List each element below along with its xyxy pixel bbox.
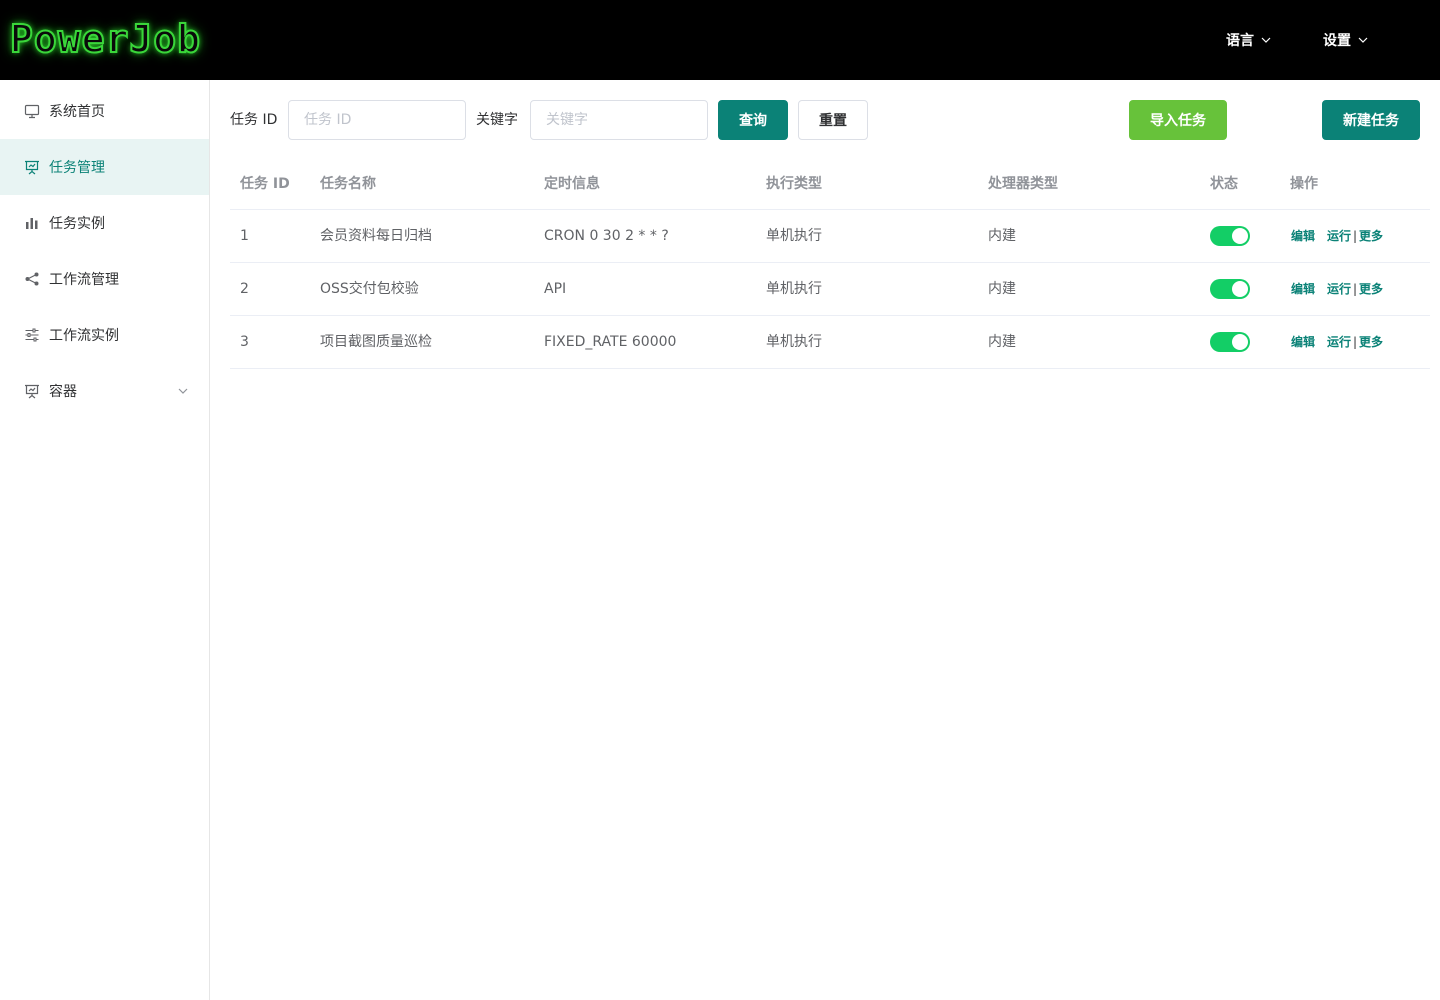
cell-exec-type: 单机执行 (766, 228, 822, 244)
column-header-job-name: 任务名称 (320, 176, 376, 192)
top-header: PowerJob 语言 设置 (0, 0, 1440, 80)
reset-button[interactable]: 重置 (798, 100, 868, 140)
chevron-down-icon (1358, 37, 1368, 43)
cell-job-id: 2 (240, 281, 249, 297)
bar-chart-icon (24, 215, 40, 231)
run-link[interactable]: 运行 (1327, 281, 1351, 297)
column-header-job-id: 任务 ID (240, 176, 290, 192)
cell-processor-type: 内建 (988, 281, 1016, 297)
cell-processor-type: 内建 (988, 334, 1016, 350)
cell-job-name: OSS交付包校验 (320, 281, 419, 297)
job-table: 任务 ID 任务名称 定时信息 执行类型 处理器类型 状态 操作 1 会员资料每… (230, 158, 1430, 369)
run-link[interactable]: 运行 (1327, 334, 1351, 350)
action-separator: | (1353, 229, 1358, 243)
sidebar-item-label: 工作流管理 (49, 272, 119, 288)
column-header-actions: 操作 (1290, 176, 1318, 192)
table-row: 1 会员资料每日归档 CRON 0 30 2 * * ? 单机执行 内建 编辑 … (230, 210, 1430, 263)
cell-exec-type: 单机执行 (766, 281, 822, 297)
chevron-down-icon (1261, 37, 1271, 43)
cell-job-id: 3 (240, 334, 249, 350)
column-header-schedule: 定时信息 (544, 176, 600, 192)
settings-dropdown[interactable]: 设置 (1323, 28, 1369, 52)
job-id-label: 任务 ID (230, 112, 278, 128)
edit-link[interactable]: 编辑 (1291, 228, 1315, 244)
keyword-label: 关键字 (476, 112, 518, 128)
sidebar-item-workflow-instance[interactable]: 工作流实例 (0, 307, 209, 363)
share-icon (24, 271, 40, 287)
sidebar-item-workflow-manage[interactable]: 工作流管理 (0, 251, 209, 307)
sidebar-item-container[interactable]: 容器 (0, 363, 209, 419)
cell-job-name: 会员资料每日归档 (320, 228, 432, 244)
sidebar: 系统首页 任务管理 任务实例 工作流管理 工作流实例 容器 (0, 80, 210, 1000)
monitor-icon (24, 103, 40, 119)
job-id-input[interactable] (288, 100, 466, 140)
sliders-icon (24, 327, 40, 343)
table-row: 3 项目截图质量巡检 FIXED_RATE 60000 单机执行 内建 编辑 运… (230, 316, 1430, 369)
table-header: 任务 ID 任务名称 定时信息 执行类型 处理器类型 状态 操作 (230, 158, 1430, 210)
sidebar-item-home[interactable]: 系统首页 (0, 83, 209, 139)
cell-job-id: 1 (240, 228, 249, 244)
language-label: 语言 (1226, 33, 1254, 49)
cell-job-name: 项目截图质量巡检 (320, 334, 432, 350)
sidebar-item-job-instance[interactable]: 任务实例 (0, 195, 209, 251)
toggle-knob (1232, 334, 1248, 350)
import-job-button[interactable]: 导入任务 (1129, 100, 1227, 140)
column-header-exec-type: 执行类型 (766, 176, 822, 192)
action-separator: | (1353, 282, 1358, 296)
cell-exec-type: 单机执行 (766, 334, 822, 350)
cell-schedule: CRON 0 30 2 * * ? (544, 228, 669, 244)
chevron-down-icon (178, 388, 188, 394)
column-header-status: 状态 (1210, 176, 1238, 192)
sidebar-item-label: 容器 (49, 384, 77, 400)
cell-schedule: API (544, 281, 567, 297)
sidebar-item-label: 任务实例 (49, 216, 105, 232)
sidebar-item-job-manage[interactable]: 任务管理 (0, 139, 209, 195)
more-link[interactable]: 更多 (1359, 228, 1383, 244)
cell-schedule: FIXED_RATE 60000 (544, 334, 677, 350)
new-job-button[interactable]: 新建任务 (1322, 100, 1420, 140)
edit-link[interactable]: 编辑 (1291, 281, 1315, 297)
toggle-knob (1232, 281, 1248, 297)
action-separator: | (1353, 335, 1358, 349)
table-row: 2 OSS交付包校验 API 单机执行 内建 编辑 运行 | 更多 (230, 263, 1430, 316)
run-link[interactable]: 运行 (1327, 228, 1351, 244)
powerjob-logo[interactable]: PowerJob (9, 14, 201, 64)
sidebar-item-label: 工作流实例 (49, 328, 119, 344)
keyword-input[interactable] (530, 100, 708, 140)
language-dropdown[interactable]: 语言 (1226, 28, 1272, 52)
edit-link[interactable]: 编辑 (1291, 334, 1315, 350)
sidebar-item-label: 系统首页 (49, 104, 105, 120)
more-link[interactable]: 更多 (1359, 334, 1383, 350)
cell-processor-type: 内建 (988, 228, 1016, 244)
query-button[interactable]: 查询 (718, 100, 788, 140)
toggle-knob (1232, 228, 1248, 244)
settings-label: 设置 (1323, 33, 1351, 49)
column-header-processor-type: 处理器类型 (988, 176, 1058, 192)
more-link[interactable]: 更多 (1359, 281, 1383, 297)
presentation-icon (24, 383, 40, 399)
status-toggle[interactable] (1210, 226, 1250, 246)
status-toggle[interactable] (1210, 332, 1250, 352)
sidebar-item-label: 任务管理 (49, 160, 105, 176)
presentation-icon (24, 159, 40, 175)
status-toggle[interactable] (1210, 279, 1250, 299)
